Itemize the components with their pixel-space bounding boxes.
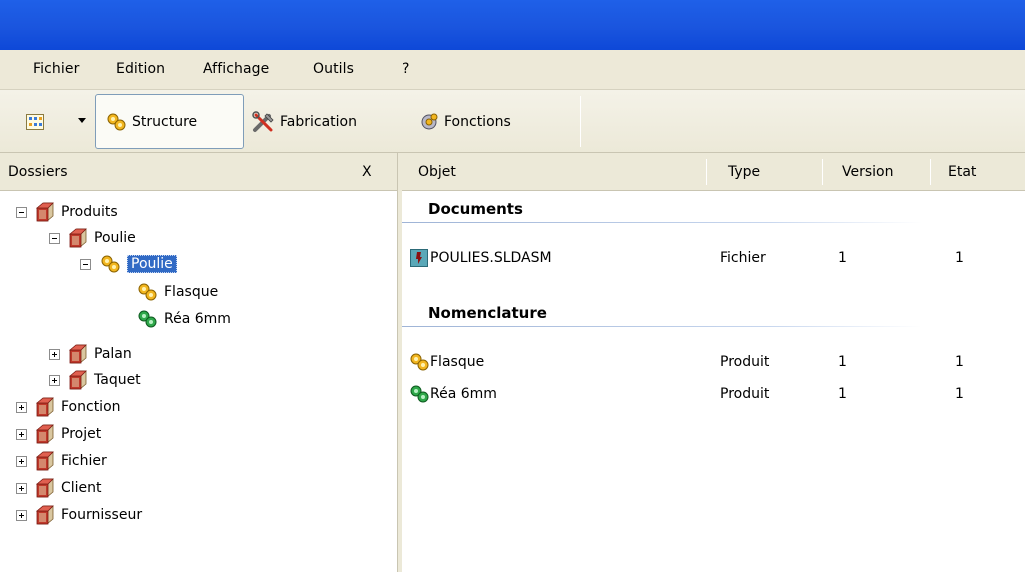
expand-icon[interactable] — [49, 374, 60, 386]
folder-icon — [68, 343, 88, 365]
cell-etat: 1 — [955, 386, 964, 402]
fabrication-button[interactable]: Fabrication — [252, 94, 392, 149]
toolbar-separator — [580, 96, 581, 147]
cell-type: Produit — [720, 354, 770, 370]
menu-bar: Fichier Edition Affichage Outils ? — [0, 50, 1025, 90]
tree-item-fonction[interactable]: Fonction — [16, 395, 121, 419]
folder-icon — [68, 227, 88, 249]
folder-icon — [35, 450, 55, 472]
column-objet[interactable]: Objet — [418, 164, 456, 180]
green-gear-icon — [136, 308, 158, 330]
chevron-down-icon[interactable] — [78, 118, 86, 123]
tree-label: Fichier — [61, 453, 107, 469]
folders-header: Dossiers X — [0, 153, 397, 191]
cell-objet: Flasque — [430, 354, 485, 370]
view-grid-icon — [26, 113, 44, 130]
fabrication-label: Fabrication — [280, 113, 357, 130]
tree-label: Produits — [61, 204, 118, 220]
gear-icon — [99, 253, 121, 275]
group-documents-title: Documents — [428, 200, 523, 218]
structure-button[interactable]: Structure — [95, 94, 244, 149]
view-mode-button[interactable] — [26, 94, 76, 149]
green-gear-icon — [408, 383, 430, 405]
fonctions-label: Fonctions — [444, 113, 511, 130]
tree-item-produits[interactable]: Produits — [16, 200, 118, 224]
gear-icon — [136, 281, 158, 303]
gear-icon — [104, 111, 128, 133]
tree-item-fichier[interactable]: Fichier — [16, 449, 107, 473]
object-list: Objet Type Version Etat Documents POULIE… — [402, 153, 1025, 572]
expand-icon[interactable] — [16, 455, 27, 467]
assembly-file-icon — [410, 249, 428, 267]
folder-icon — [35, 504, 55, 526]
collapse-icon[interactable] — [49, 232, 60, 244]
cell-version: 1 — [838, 250, 847, 266]
folder-icon — [68, 369, 88, 391]
tree-label: Client — [61, 480, 102, 496]
expand-icon[interactable] — [16, 482, 27, 494]
column-separator[interactable] — [822, 159, 823, 185]
tree-item-poulie-folder[interactable]: Poulie — [49, 226, 136, 250]
menu-outils[interactable]: Outils — [313, 61, 354, 77]
folders-pane: Dossiers X Produits Poulie Poulie Flasqu… — [0, 153, 397, 572]
menu-fichier[interactable]: Fichier — [33, 61, 79, 77]
folder-icon — [35, 396, 55, 418]
expand-icon[interactable] — [16, 509, 27, 521]
column-version[interactable]: Version — [842, 164, 893, 180]
functions-gear-icon — [418, 111, 440, 133]
folders-title: Dossiers — [8, 164, 68, 180]
cell-objet: POULIES.SLDASM — [430, 250, 552, 266]
tree-label: Fournisseur — [61, 507, 143, 523]
column-type[interactable]: Type — [728, 164, 760, 180]
tree-item-rea[interactable]: Réa 6mm — [136, 307, 231, 331]
column-separator[interactable] — [706, 159, 707, 185]
tree-label: Projet — [61, 426, 102, 442]
collapse-icon[interactable] — [80, 258, 91, 270]
column-separator[interactable] — [930, 159, 931, 185]
tree-item-fournisseur[interactable]: Fournisseur — [16, 503, 142, 527]
fonctions-button[interactable]: Fonctions — [418, 94, 568, 149]
menu-edition[interactable]: Edition — [116, 61, 165, 77]
cell-type: Fichier — [720, 250, 766, 266]
cell-type: Produit — [720, 386, 770, 402]
group-divider — [402, 326, 922, 327]
group-divider — [402, 222, 922, 223]
folder-icon — [35, 423, 55, 445]
list-header: Objet Type Version Etat — [402, 153, 1025, 191]
cell-etat: 1 — [955, 250, 964, 266]
expand-icon[interactable] — [49, 348, 60, 360]
tools-icon — [252, 110, 276, 133]
cell-version: 1 — [838, 354, 847, 370]
title-bar — [0, 0, 1025, 50]
folder-icon — [35, 201, 55, 223]
tree-label: Fonction — [61, 399, 121, 415]
structure-label: Structure — [132, 113, 198, 130]
tree-item-palan[interactable]: Palan — [49, 342, 132, 366]
tree-item-flasque[interactable]: Flasque — [136, 280, 218, 304]
cell-version: 1 — [838, 386, 847, 402]
expand-icon[interactable] — [16, 428, 27, 440]
tree-item-client[interactable]: Client — [16, 476, 102, 500]
menu-help[interactable]: ? — [402, 61, 410, 77]
tree-label-selected: Poulie — [127, 255, 177, 273]
close-icon[interactable]: X — [362, 164, 372, 180]
cell-objet: Réa 6mm — [430, 386, 497, 402]
tree-item-projet[interactable]: Projet — [16, 422, 101, 446]
tree-label: Taquet — [94, 372, 141, 388]
folder-icon — [35, 477, 55, 499]
tree-label: Poulie — [94, 230, 136, 246]
gear-icon — [408, 351, 430, 373]
tree-label: Flasque — [164, 284, 219, 300]
tree-label: Réa 6mm — [164, 311, 231, 327]
cell-etat: 1 — [955, 354, 964, 370]
tree-item-taquet[interactable]: Taquet — [49, 368, 141, 392]
expand-icon[interactable] — [16, 401, 27, 413]
tree-label: Palan — [94, 346, 132, 362]
collapse-icon[interactable] — [16, 206, 27, 218]
tree-item-poulie-product[interactable]: Poulie — [80, 252, 177, 276]
menu-affichage[interactable]: Affichage — [203, 61, 269, 77]
group-nomenclature-title: Nomenclature — [428, 304, 547, 322]
column-etat[interactable]: Etat — [948, 164, 976, 180]
toolbar: Structure Fabrication Fonctions — [0, 90, 1025, 153]
